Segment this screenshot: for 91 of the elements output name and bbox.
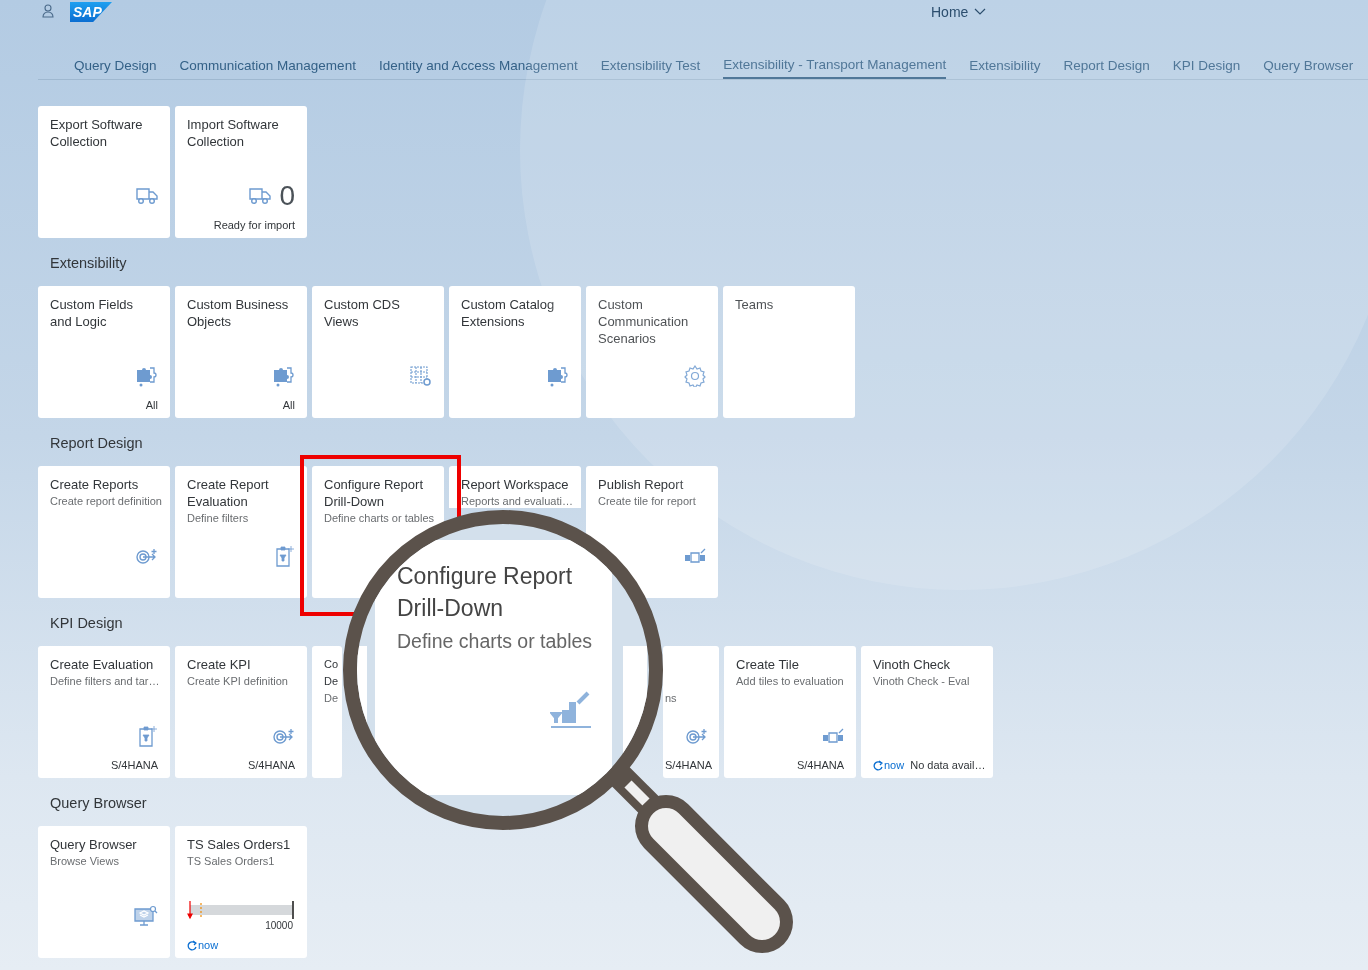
tile-subtitle: De xyxy=(324,691,340,706)
target-icon xyxy=(136,548,158,564)
refresh-link[interactable]: now xyxy=(873,759,905,771)
tile-title: Configure Report Drill-Down xyxy=(324,476,424,510)
tile[interactable]: Teams xyxy=(723,286,855,418)
tile[interactable]: Report Workspace Reports and evaluati… xyxy=(449,466,581,508)
group-title: Query Browser xyxy=(49,794,147,809)
tile-info: No data avail… xyxy=(910,759,986,771)
tile-title: Report Workspace xyxy=(461,476,569,493)
group-title: KPI Design xyxy=(49,614,123,629)
tile-title: Vinoth Check xyxy=(873,656,952,673)
tile[interactable]: Co De De xyxy=(312,646,342,778)
tile-title: Custom CDS Views xyxy=(324,296,401,330)
tab[interactable]: Query Design xyxy=(74,40,157,79)
tile-title: Custom Catalog Extensions xyxy=(461,296,556,330)
tile-subtitle: Vinoth Check - Eval xyxy=(873,674,971,689)
tile-title: Create Evaluation xyxy=(50,656,155,673)
tiles-edit-icon xyxy=(684,548,706,564)
tab[interactable]: Communication Management xyxy=(179,40,356,79)
refresh-icon[interactable] xyxy=(187,939,197,951)
tile-title: Custom Business Objects xyxy=(187,296,290,330)
target-icon xyxy=(273,728,295,744)
settings-icon xyxy=(684,365,706,387)
tile-title: Create Tile xyxy=(736,656,800,673)
tile[interactable]: Custom Business Objects All xyxy=(175,286,307,418)
tile-subtitle: Define filters xyxy=(187,511,250,526)
tile-title: Create KPI xyxy=(187,656,252,673)
tile-footer: Ready for import xyxy=(213,219,295,231)
chevron-down-icon[interactable] xyxy=(974,8,987,16)
tile-title: Publish Report xyxy=(598,476,685,493)
tile-footer: S/4HANA xyxy=(110,759,158,771)
tile-subtitle: Create KPI definition xyxy=(187,674,289,689)
tile[interactable]: ns S/4HANA xyxy=(663,646,719,778)
tile[interactable]: TS Sales Orders1 TS Sales Orders1 10000 now xyxy=(175,826,307,958)
tile-title: Teams xyxy=(735,296,775,313)
tile-subtitle: ns xyxy=(665,691,678,706)
tile-number: 0 xyxy=(279,181,295,211)
tile[interactable]: Create Tile Add tiles to evaluation S/4HANA xyxy=(724,646,856,778)
tile[interactable]: Create Evaluation Define filters and tar… S/4HANA xyxy=(38,646,170,778)
tile-title: Import Software Collection xyxy=(187,116,280,150)
tile[interactable]: Custom Fields and Logic All xyxy=(38,286,170,418)
tile-title: Export Software Collection xyxy=(50,116,144,150)
tile[interactable]: Vinoth Check Vinoth Check - Eval now No data avail… xyxy=(861,646,993,778)
tile-footer: S/4HANA xyxy=(796,759,844,771)
tile-subtitle: Browse Views xyxy=(50,854,120,869)
tile-footer: All xyxy=(282,399,295,411)
tile-footer: All xyxy=(145,399,158,411)
tile[interactable]: Export Software Collection xyxy=(38,106,170,238)
tile-title: Custom Communication Scenarios xyxy=(598,296,690,347)
tile-title: Custom Fields and Logic xyxy=(50,296,135,330)
truck-icon xyxy=(249,187,272,205)
clipboard-filter-icon xyxy=(138,725,158,747)
tile[interactable]: Create Report Evaluation Define filters xyxy=(175,466,307,598)
target-icon xyxy=(686,728,708,744)
tile-subtitle: Add tiles to evaluation xyxy=(736,674,844,689)
tile-footer: S/4HANA xyxy=(247,759,295,771)
puzzle-icon xyxy=(273,365,295,387)
group-title: Extensibility xyxy=(49,254,127,269)
tile-title: Co De xyxy=(324,657,340,689)
chart-value: 10000 xyxy=(265,920,293,931)
sap-logo[interactable]: SAP xyxy=(70,2,112,22)
table-gear-icon xyxy=(410,365,432,387)
tile-subtitle: Create tile for report xyxy=(598,494,697,509)
tile-title: TS Sales Orders1 xyxy=(187,836,292,853)
tile[interactable]: Custom CDS Views xyxy=(312,286,444,418)
tile-title: Create Reports xyxy=(50,476,140,493)
clipboard-filter-icon xyxy=(275,545,295,567)
truck-icon xyxy=(136,187,158,205)
tiles-edit-icon xyxy=(822,728,844,744)
tile-footer: S/4HANA xyxy=(665,759,713,771)
user-icon[interactable] xyxy=(42,4,54,18)
monitor-search-icon xyxy=(134,905,158,927)
tile[interactable]: Custom Communication Scenarios xyxy=(586,286,718,418)
refresh-icon[interactable] xyxy=(873,759,883,771)
refresh-link[interactable]: now xyxy=(187,939,219,951)
tile-title: Create Report Evaluation xyxy=(187,476,270,510)
tile-title: Query Browser xyxy=(50,836,138,853)
page-title[interactable]: Home xyxy=(931,4,969,20)
tile[interactable]: Create Reports Create report definition xyxy=(38,466,170,598)
tile-subtitle: Define filters and tar… xyxy=(50,674,158,689)
tile[interactable]: Custom Catalog Extensions xyxy=(449,286,581,418)
tile[interactable]: Query Browser Browse Views xyxy=(38,826,170,958)
group-title: Report Design xyxy=(49,434,143,449)
tile-subtitle: TS Sales Orders1 xyxy=(187,854,276,869)
tile[interactable]: Create KPI Create KPI definition S/4HANA xyxy=(175,646,307,778)
puzzle-icon xyxy=(136,365,158,387)
tile-subtitle: Define charts or tables xyxy=(397,629,590,654)
tab[interactable]: Identity and Access Management xyxy=(378,40,578,79)
tile-subtitle: Define charts or tables xyxy=(324,511,432,526)
tile[interactable]: Import Software Collection 0 Ready for import xyxy=(175,106,307,238)
puzzle-icon xyxy=(547,365,569,387)
